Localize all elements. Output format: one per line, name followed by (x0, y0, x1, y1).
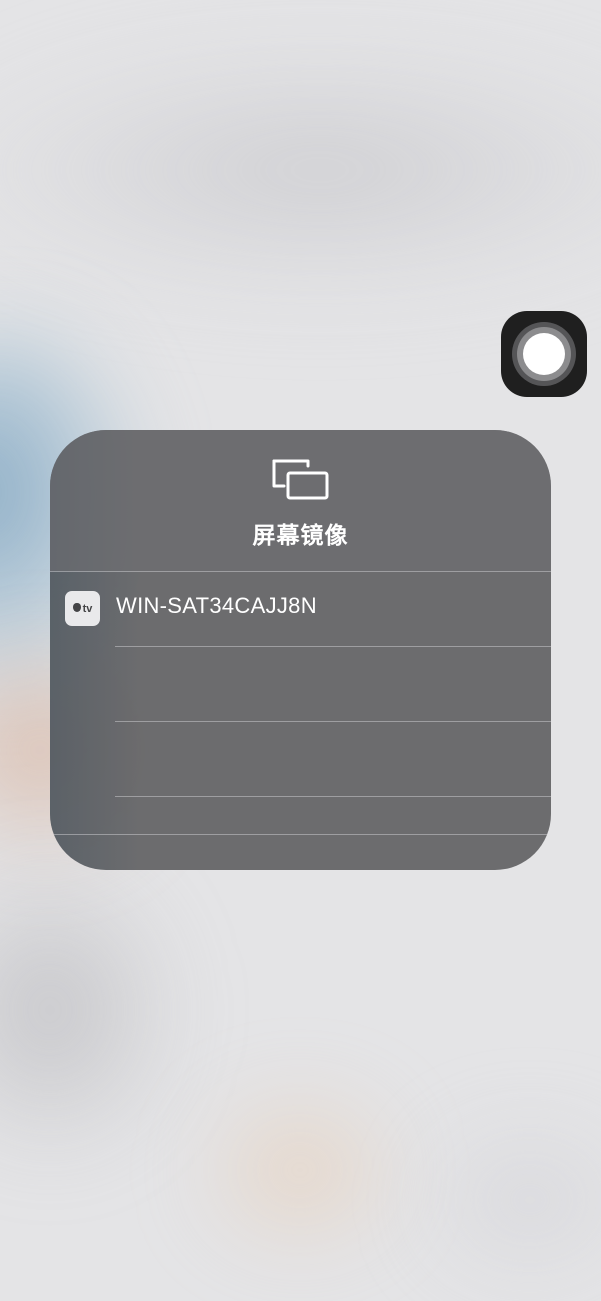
divider (115, 796, 551, 797)
divider (50, 834, 551, 835)
screen-mirroring-panel: 屏幕镜像 tv WIN-SAT34CAJJ8N (50, 430, 551, 870)
assistive-touch-icon (512, 322, 576, 386)
assistive-touch-button[interactable] (501, 311, 587, 397)
panel-title: 屏幕镜像 (252, 523, 349, 549)
empty-device-row (50, 647, 551, 722)
device-name: WIN-SAT34CAJJ8N (116, 593, 317, 618)
panel-header: 屏幕镜像 (50, 430, 551, 571)
apple-tv-icon: tv (65, 591, 100, 626)
empty-device-row (50, 722, 551, 797)
screen-mirroring-icon (272, 459, 329, 500)
device-row-win-sat34cajj8n[interactable]: tv WIN-SAT34CAJJ8N (50, 571, 551, 646)
